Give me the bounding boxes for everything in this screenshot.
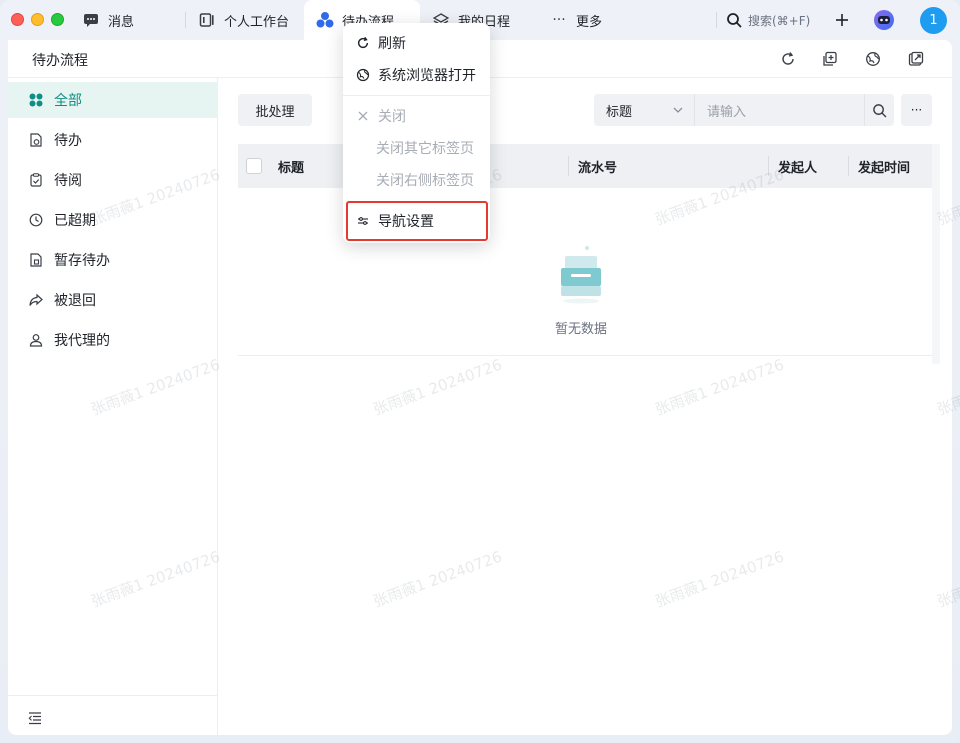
open-browser-button[interactable]: [863, 49, 883, 69]
tab-label: 消息: [108, 14, 135, 30]
refresh-icon: [356, 36, 370, 50]
menu-item-nav-settings[interactable]: 导航设置: [343, 205, 490, 237]
clipboard-check-icon: [28, 172, 44, 188]
menu-item-refresh[interactable]: 刷新: [343, 27, 490, 59]
share-back-icon: [28, 292, 44, 308]
search-icon: [873, 103, 887, 117]
globe-icon: [356, 68, 370, 82]
more-dots-icon: ···: [552, 12, 566, 28]
minimize-window-button[interactable]: [31, 13, 44, 26]
sidebar-item-returned[interactable]: 被退回: [8, 282, 218, 318]
copy-add-icon: [823, 51, 837, 66]
column-serial[interactable]: 流水号: [578, 144, 617, 188]
sidebar-item-label: 待办: [54, 133, 82, 149]
bot-icon: [874, 10, 894, 30]
table-bottom-border: [238, 355, 932, 356]
sliders-icon: [356, 214, 370, 228]
clock-icon: [28, 212, 44, 228]
user-icon: [28, 332, 44, 348]
tab-separator: [716, 12, 717, 28]
sidebar-item-drafts[interactable]: 暂存待办: [8, 242, 218, 278]
main-area: 批处理 标题 请输入 ··· 标题 流水号 发起人 发起时间 暂无数据: [219, 78, 952, 735]
user-avatar[interactable]: 1: [920, 7, 947, 34]
empty-box-icon: [557, 244, 605, 304]
grid-icon: [28, 92, 44, 108]
collapse-sidebar-icon[interactable]: [28, 710, 42, 725]
sidebar-item-label: 待阅: [54, 173, 82, 189]
batch-process-button[interactable]: 批处理: [238, 94, 312, 126]
menu-item-label: 关闭右侧标签页: [376, 173, 474, 189]
sidebar-item-label: 全部: [54, 93, 82, 109]
close-window-button[interactable]: [11, 13, 24, 26]
app-window: 消息 个人工作台 待办流程 我的日程 ··· 更多 搜索(⌘+F) 1 待办流程…: [0, 0, 960, 743]
new-window-button[interactable]: [820, 49, 840, 69]
sidebar: 全部 待办 待阅 已超期 暂存待办 被退回 我代理的: [8, 78, 218, 735]
sidebar-item-label: 已超期: [54, 213, 96, 229]
menu-separator: [343, 95, 490, 96]
column-initiator[interactable]: 发起人: [778, 144, 817, 188]
tab-context-menu: 刷新 系统浏览器打开 关闭 关闭其它标签页 关闭右侧标签页 导航设置: [343, 23, 490, 243]
menu-item-label: 导航设置: [378, 214, 434, 230]
sidebar-item-label: 暂存待办: [54, 253, 110, 269]
column-separator: [848, 156, 849, 176]
filter-search-button[interactable]: [864, 94, 894, 126]
empty-state-text: 暂无数据: [554, 322, 607, 337]
menu-item-close-others[interactable]: 关闭其它标签页: [343, 132, 490, 164]
tab-messages[interactable]: 消息: [70, 0, 182, 40]
maximize-window-button[interactable]: [51, 13, 64, 26]
search-label: 搜索(⌘+F): [748, 13, 811, 28]
menu-item-label: 关闭: [378, 109, 406, 125]
workflow-icon: [316, 11, 334, 29]
select-all-checkbox[interactable]: [246, 158, 262, 174]
sidebar-item-toread[interactable]: 待阅: [8, 162, 218, 198]
sidebar-item-label: 我代理的: [54, 333, 110, 349]
add-button[interactable]: [830, 8, 854, 32]
menu-item-label: 系统浏览器打开: [378, 68, 476, 84]
globe-icon: [866, 52, 880, 66]
plus-icon: [836, 14, 848, 26]
menu-item-close[interactable]: 关闭: [343, 100, 490, 132]
sidebar-item-label: 被退回: [54, 293, 96, 309]
document-save-icon: [28, 252, 44, 268]
more-options-button[interactable]: ···: [901, 94, 932, 126]
sidebar-footer: [8, 695, 218, 735]
tab-label: 更多: [576, 14, 603, 30]
assistant-bot-button[interactable]: [870, 6, 898, 34]
sidebar-item-overdue[interactable]: 已超期: [8, 202, 218, 238]
chevron-down-icon: [672, 104, 684, 120]
filter-field-select[interactable]: 标题: [594, 94, 694, 126]
column-title[interactable]: 标题: [278, 144, 304, 188]
workbench-icon: [198, 11, 216, 29]
filter-input[interactable]: 请输入: [694, 94, 864, 126]
menu-item-open-browser[interactable]: 系统浏览器打开: [343, 59, 490, 91]
chat-icon: [82, 11, 100, 29]
close-icon: [356, 109, 370, 123]
refresh-page-button[interactable]: [778, 49, 798, 69]
sidebar-item-todo[interactable]: 待办: [8, 122, 218, 158]
page-title: 待办流程: [32, 53, 88, 69]
column-separator: [768, 156, 769, 176]
column-start-time[interactable]: 发起时间: [858, 144, 910, 188]
tab-label: 个人工作台: [224, 14, 290, 30]
menu-item-label: 关闭其它标签页: [376, 141, 474, 157]
sidebar-item-all[interactable]: 全部: [8, 82, 218, 118]
menu-item-label: 刷新: [378, 36, 406, 52]
external-link-icon: [908, 51, 924, 66]
tab-workbench[interactable]: 个人工作台: [186, 0, 304, 40]
global-search[interactable]: 搜索(⌘+F): [718, 0, 818, 40]
refresh-icon: [782, 52, 794, 65]
tab-more[interactable]: ··· 更多: [538, 0, 638, 40]
pop-out-button[interactable]: [906, 49, 926, 69]
column-separator: [568, 156, 569, 176]
document-clock-icon: [28, 132, 44, 148]
sidebar-item-delegated[interactable]: 我代理的: [8, 322, 218, 358]
filter-field-value: 标题: [606, 104, 633, 120]
search-icon: [726, 12, 742, 28]
menu-item-close-right[interactable]: 关闭右侧标签页: [343, 164, 490, 196]
